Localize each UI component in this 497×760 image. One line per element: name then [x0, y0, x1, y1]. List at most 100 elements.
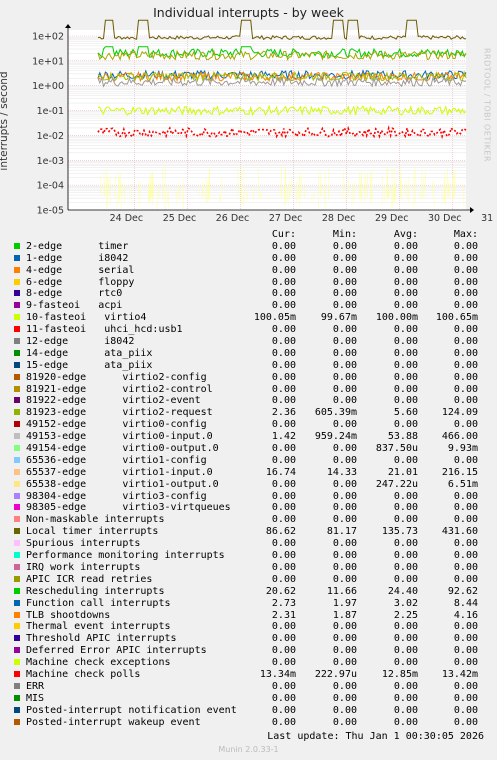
- legend-avg: 0.00: [393, 347, 418, 359]
- legend-avg: 0.00: [393, 336, 418, 348]
- legend-swatch: [14, 326, 20, 333]
- legend-min: 0.00: [332, 240, 357, 252]
- legend-swatch: [14, 682, 20, 689]
- legend-row: 49152-edge virtio0-config 0.00 0.00 0.00 0.0…: [12, 419, 492, 431]
- legend-cur: 0.00: [271, 538, 296, 550]
- legend-label: Rescheduling interrupts: [26, 585, 165, 597]
- legend-swatch: [14, 540, 20, 547]
- legend-swatch: [14, 718, 20, 725]
- legend-swatch: [14, 706, 20, 713]
- legend-swatch: [14, 492, 20, 499]
- legend-min: 0.00: [332, 621, 357, 633]
- legend-swatch: [14, 456, 20, 463]
- legend-max: 6.51m: [447, 478, 478, 490]
- legend-min: 0.00: [332, 478, 357, 490]
- legend-avg: 0.00: [393, 573, 418, 585]
- legend-swatch: [14, 635, 20, 642]
- legend-swatch: [14, 504, 20, 511]
- y-tick-label: 1e+02: [32, 32, 64, 43]
- legend-label: Thermal event interrupts: [26, 621, 171, 633]
- legend-row: 81922-edge virtio2-event 0.00 0.00 0.00 0.00: [12, 395, 492, 407]
- legend-avg: 24.40: [387, 585, 418, 597]
- legend-min: 1.97: [332, 597, 357, 609]
- legend-swatch: [14, 338, 20, 345]
- y-tick-label: 1e-01: [37, 106, 64, 117]
- legend-label: ERR: [26, 680, 45, 692]
- chart-area: 1e+02 1e+01 1e+00 1e-01 1e-02 1e-03 1e-04 1e-05…: [32, 19, 497, 224]
- legend-min: 0.00: [332, 359, 357, 371]
- legend-max: 8.44: [453, 597, 478, 609]
- legend-row: Machine check exceptions 0.00 0.00 0.00 0.00: [12, 657, 492, 669]
- y-tick-label: 1e-03: [37, 156, 64, 167]
- legend-max: 9.93m: [447, 443, 478, 455]
- legend-row: Function call interrupts 2.73 1.97 3.02 8.44: [12, 598, 492, 610]
- legend-avg: 12.85m: [381, 668, 418, 680]
- last-update: Last update: Thu Jan 1 00:30:05 2026: [267, 731, 484, 742]
- legend-avg: 5.60: [393, 407, 418, 419]
- legend-cur: 0.00: [271, 633, 296, 645]
- y-tick-label: 1e+00: [32, 81, 64, 92]
- legend-swatch: [14, 528, 20, 535]
- legend-min: 0.00: [332, 454, 357, 466]
- legend-min: 0.00: [332, 395, 357, 407]
- legend-label: MIS: [26, 692, 45, 704]
- legend-avg: 247.22u: [375, 478, 418, 490]
- legend-cur: 0.00: [271, 324, 296, 336]
- legend-min: 0.00: [332, 716, 357, 728]
- legend-min: 0.00: [332, 252, 357, 264]
- legend-label: 11-fasteoi uhci_hcd:usb1: [26, 324, 183, 336]
- legend-swatch: [14, 421, 20, 428]
- legend-label: 65538-edge virtio1-output.0: [26, 478, 219, 490]
- legend-cur: 0.00: [271, 264, 296, 276]
- x-tick-label: 24 Dec: [110, 213, 144, 224]
- legend-cur: 0.00: [271, 347, 296, 359]
- legend-cur: 0.00: [271, 692, 296, 704]
- legend-max: 0.00: [453, 573, 478, 585]
- x-tick-label: 28 Dec: [322, 213, 356, 224]
- legend-max: 0.00: [453, 276, 478, 288]
- legend-label: Machine check exceptions: [26, 657, 171, 669]
- legend-min: 0.00: [332, 633, 357, 645]
- legend-min: 605.39m: [314, 407, 357, 419]
- legend-max: 0.00: [453, 454, 478, 466]
- legend-row: Spurious interrupts 0.00 0.00 0.00 0.00: [12, 538, 492, 550]
- legend-max: 0.00: [453, 383, 478, 395]
- legend-max: 466.00: [441, 431, 478, 443]
- legend-row: 49154-edge virtio0-output.0 0.00 0.00 837.5…: [12, 443, 492, 455]
- legend-label: Posted-interrupt notification event: [26, 704, 237, 716]
- legend-row: 2-edge timer 0.00 0.00 0.00 0.00: [12, 241, 492, 253]
- legend-max: 0.00: [453, 419, 478, 431]
- legend-max: 0.00: [453, 490, 478, 502]
- legend-cur: 0.00: [271, 288, 296, 300]
- legend-max: 0.00: [453, 621, 478, 633]
- x-tick-label: 27 Dec: [269, 213, 303, 224]
- legend-avg: 0.00: [393, 288, 418, 300]
- legend-swatch: [14, 385, 20, 392]
- legend-cur: 0.00: [271, 716, 296, 728]
- legend-max: 0.00: [453, 550, 478, 562]
- legend-label: Posted-interrupt wakeup event: [26, 716, 201, 728]
- legend-max: 0.00: [453, 633, 478, 645]
- legend-row: 8-edge rtc0 0.00 0.00 0.00 0.00: [12, 288, 492, 300]
- legend-swatch: [14, 670, 20, 677]
- legend-min: 0.00: [332, 276, 357, 288]
- legend-max: 216.15: [441, 466, 478, 478]
- legend-cur: 13.34m: [259, 668, 296, 680]
- legend-max: 0.00: [453, 692, 478, 704]
- legend-label: 4-edge serial: [26, 264, 135, 276]
- x-tick-label: 31 Dec: [481, 213, 497, 224]
- legend-min: 1.87: [332, 609, 357, 621]
- legend-row: 12-edge i8042 0.00 0.00 0.00 0.00: [12, 336, 492, 348]
- legend-cur: 0.00: [271, 502, 296, 514]
- legend-label: 15-edge ata_piix: [26, 359, 153, 371]
- legend-label: 81922-edge virtio2-event: [26, 395, 201, 407]
- legend-min: 0.00: [332, 692, 357, 704]
- y-axis-arrow: [65, 24, 71, 28]
- legend-label: 8-edge rtc0: [26, 288, 123, 300]
- legend-max: 13.42m: [441, 668, 478, 680]
- legend-max: 0.00: [453, 240, 478, 252]
- legend-max: 0.00: [453, 371, 478, 383]
- legend-avg: 0.00: [393, 716, 418, 728]
- legend-avg: 0.00: [393, 300, 418, 312]
- legend-header-max: Max:: [453, 229, 478, 240]
